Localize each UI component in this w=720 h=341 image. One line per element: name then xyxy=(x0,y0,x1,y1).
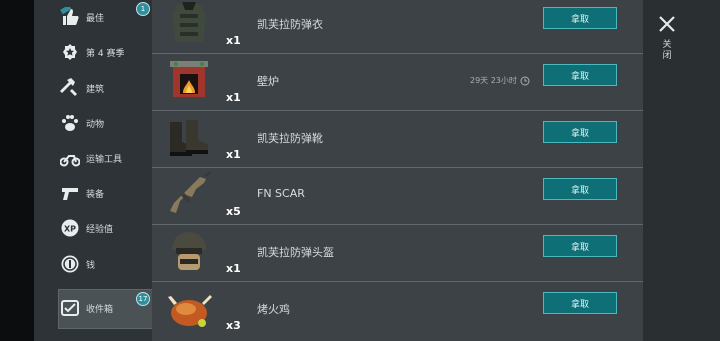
take-button[interactable]: 拿取 xyxy=(543,292,617,314)
notification-badge: 17 xyxy=(136,292,150,306)
sidebar-item-label: 最佳 xyxy=(86,13,105,24)
sidebar-item-label: 经验值 xyxy=(86,224,114,235)
motorcycle-icon xyxy=(60,148,80,168)
expiry-timer: 29天 23小时 xyxy=(470,75,530,86)
item-name: 壁炉 xyxy=(257,75,279,88)
paw-icon xyxy=(60,113,80,133)
category-sidebar: 最佳 1 第 4 赛季 建筑 动物 运输工具 装备 XP 经验值 钱 收件箱 1… xyxy=(34,0,184,341)
reward-row: x1 壁炉 29天 23小时 拿取 xyxy=(152,53,643,111)
item-name: 凯芙拉防弹靴 xyxy=(257,132,323,145)
timer-text: 29天 23小时 xyxy=(470,76,517,85)
roast-turkey-icon: x3 xyxy=(164,283,241,337)
take-button[interactable]: 拿取 xyxy=(543,64,617,86)
sidebar-item-label: 钱 xyxy=(86,260,96,271)
kevlar-vest-icon: x1 xyxy=(164,0,241,52)
item-quantity: x5 xyxy=(226,205,241,218)
reward-row: x1 凯芙拉防弹头盔 拿取 xyxy=(152,224,643,282)
close-label[interactable]: 关闭 xyxy=(661,40,673,62)
hammer-wrench-icon xyxy=(60,78,80,98)
thumbs-up-icon xyxy=(60,7,80,27)
take-button[interactable]: 拿取 xyxy=(543,178,617,200)
take-button[interactable]: 拿取 xyxy=(543,121,617,143)
take-button[interactable]: 拿取 xyxy=(543,7,617,29)
sidebar-item-label: 动物 xyxy=(86,119,105,130)
reward-row: x1 凯芙拉防弹衣 拿取 xyxy=(152,0,643,54)
clock-icon xyxy=(520,76,530,85)
xp-icon: XP xyxy=(60,218,80,238)
sidebar-item-label: 建筑 xyxy=(86,84,105,95)
close-icon[interactable] xyxy=(657,14,677,34)
sidebar-item-label: 运输工具 xyxy=(86,154,123,165)
pistol-icon xyxy=(60,183,80,203)
sidebar-item-label: 收件箱 xyxy=(86,304,114,315)
sidebar-item-label: 装备 xyxy=(86,189,105,200)
item-quantity: x3 xyxy=(226,319,241,332)
rifle-icon: x5 xyxy=(164,169,241,223)
reward-row: x1 凯芙拉防弹靴 拿取 xyxy=(152,110,643,168)
season-badge-icon xyxy=(60,42,80,62)
take-button[interactable]: 拿取 xyxy=(543,235,617,257)
item-name: 凯芙拉防弹头盔 xyxy=(257,246,334,259)
close-panel: 关闭 xyxy=(643,0,720,341)
item-quantity: x1 xyxy=(226,262,241,275)
item-name: 烤火鸡 xyxy=(257,303,290,316)
kevlar-boots-icon: x1 xyxy=(164,112,241,166)
sidebar-item-label: 第 4 赛季 xyxy=(86,48,125,59)
item-quantity: x1 xyxy=(226,91,241,104)
item-quantity: x1 xyxy=(226,148,241,161)
item-quantity: x1 xyxy=(226,34,241,47)
reward-list: x1 凯芙拉防弹衣 拿取 x1 壁炉 29天 23小时 拿取 x1 凯芙拉防弹靴… xyxy=(152,0,643,341)
item-name: FN SCAR xyxy=(257,187,305,200)
svg-text:XP: XP xyxy=(64,225,76,234)
reward-row: x3 烤火鸡 拿取 xyxy=(152,281,643,338)
coin-icon xyxy=(60,254,80,274)
fireplace-icon: x1 xyxy=(164,55,241,109)
inbox-icon xyxy=(60,298,80,318)
kevlar-helmet-icon: x1 xyxy=(164,226,241,280)
screen-bezel xyxy=(0,0,34,341)
item-name: 凯芙拉防弹衣 xyxy=(257,18,323,31)
notification-badge: 1 xyxy=(136,2,150,16)
reward-row: x5 FN SCAR 拿取 xyxy=(152,167,643,225)
